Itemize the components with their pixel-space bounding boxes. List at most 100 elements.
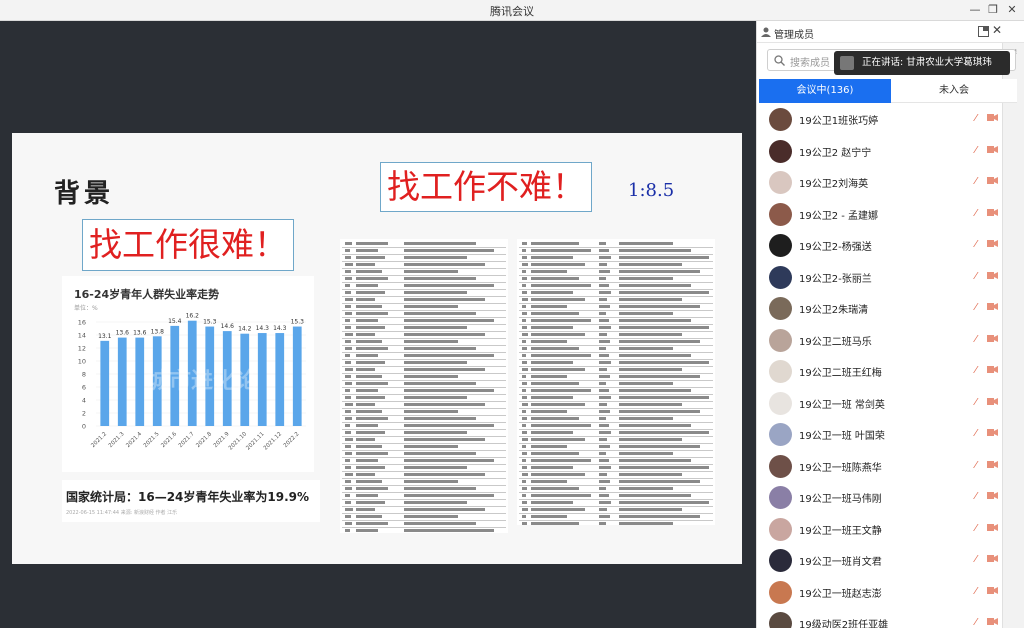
camera-off-icon[interactable]	[987, 428, 998, 437]
data-label: 14.3	[273, 325, 287, 332]
document-row	[342, 458, 506, 465]
mic-muted-icon[interactable]: ⁄	[975, 239, 977, 250]
member-item[interactable]: 19公卫一班 常剑英 ⁄	[757, 388, 1002, 419]
document-row	[519, 430, 713, 437]
member-item[interactable]: 19公卫二班王红梅 ⁄	[757, 356, 1002, 387]
minimize-icon[interactable]: —	[966, 2, 984, 18]
document-row	[342, 486, 506, 493]
person-icon	[761, 27, 771, 37]
camera-off-icon[interactable]	[987, 365, 998, 374]
mic-muted-icon[interactable]: ⁄	[975, 397, 977, 408]
mic-muted-icon[interactable]: ⁄	[975, 176, 977, 187]
member-item[interactable]: 19公卫2 赵宁宁 ⁄	[757, 136, 1002, 167]
mic-muted-icon[interactable]: ⁄	[975, 302, 977, 313]
member-item[interactable]: 19公卫一班马伟刚 ⁄	[757, 482, 1002, 513]
window-title: 腾讯会议	[490, 5, 534, 18]
member-item[interactable]: 19公卫2-杨强送 ⁄	[757, 230, 1002, 261]
restore-icon[interactable]: ❐	[984, 2, 1002, 18]
tab-not-joined[interactable]: 未入会	[891, 79, 1017, 103]
tab-in-meeting[interactable]: 会议中(136)	[759, 79, 891, 103]
caption-meta: 2022-06-15 11:47:44 来源: 新浪财经 作者 江乐	[66, 510, 178, 516]
mic-muted-icon[interactable]: ⁄	[975, 271, 977, 282]
y-tick-label: 0	[82, 423, 86, 431]
mic-muted-icon[interactable]: ⁄	[975, 586, 977, 597]
document-row	[342, 472, 506, 479]
document-row	[519, 451, 713, 458]
document-row	[519, 486, 713, 493]
document-row	[519, 381, 713, 388]
camera-off-icon[interactable]	[987, 302, 998, 311]
member-avatar	[769, 265, 792, 289]
member-item[interactable]: 19公卫一班 叶国荣 ⁄	[757, 419, 1002, 450]
member-item[interactable]: 19公卫2 - 孟建娜 ⁄	[757, 199, 1002, 230]
document-row	[342, 290, 506, 297]
mic-muted-icon[interactable]: ⁄	[975, 145, 977, 156]
member-avatar	[769, 454, 792, 478]
member-name: 19公卫2 赵宁宁	[799, 147, 872, 159]
camera-off-icon[interactable]	[987, 586, 998, 595]
member-item[interactable]: 19公卫一班肖文君 ⁄	[757, 545, 1002, 576]
document-row	[342, 304, 506, 311]
member-item[interactable]: 19级动医2班任亚雄 ⁄	[757, 608, 1002, 628]
document-row	[342, 381, 506, 388]
member-item[interactable]: 19公卫一班赵志澎 ⁄	[757, 577, 1002, 608]
hard-text-box: 找工作很难！	[82, 219, 294, 271]
title-bar: 腾讯会议 — ❐ ✕	[0, 0, 1024, 21]
y-tick-label: 4	[82, 397, 86, 405]
member-item[interactable]: 19公卫一班王文静 ⁄	[757, 514, 1002, 545]
mic-muted-icon[interactable]: ⁄	[975, 428, 977, 439]
member-name: 19公卫2 - 孟建娜	[799, 210, 879, 222]
camera-off-icon[interactable]	[987, 460, 998, 469]
camera-off-icon[interactable]	[987, 523, 998, 532]
mic-muted-icon[interactable]: ⁄	[975, 365, 977, 376]
caption-text: 国家统计局：16—24岁青年失业率为19.9%	[66, 490, 310, 504]
document-row	[519, 423, 713, 430]
member-item[interactable]: 19公卫2朱瑞清 ⁄	[757, 293, 1002, 324]
document-row	[519, 395, 713, 402]
camera-off-icon[interactable]	[987, 176, 998, 185]
camera-off-icon[interactable]	[987, 208, 998, 217]
camera-off-icon[interactable]	[987, 491, 998, 500]
camera-off-icon[interactable]	[987, 271, 998, 280]
camera-off-icon[interactable]	[987, 397, 998, 406]
document-row	[342, 339, 506, 346]
mic-muted-icon[interactable]: ⁄	[975, 554, 977, 565]
document-row	[342, 248, 506, 255]
camera-off-icon[interactable]	[987, 334, 998, 343]
mic-muted-icon[interactable]: ⁄	[975, 113, 977, 124]
mic-muted-icon[interactable]: ⁄	[975, 523, 977, 534]
bar	[275, 333, 285, 426]
chart-watermark: 城市进化论	[147, 368, 258, 394]
document-row	[342, 437, 506, 444]
document-row	[342, 528, 506, 533]
member-name: 19公卫1班张巧婷	[799, 116, 879, 127]
unemployment-chart: 16-24岁青年人群失业率走势 单位：% 0 2 4 6 8 10 12 14 16 13.1 20…	[62, 276, 314, 472]
mic-muted-icon[interactable]: ⁄	[975, 617, 977, 628]
document-row	[342, 318, 506, 325]
camera-off-icon[interactable]	[987, 617, 998, 626]
camera-off-icon[interactable]	[987, 554, 998, 563]
document-row	[519, 311, 713, 318]
popout-icon[interactable]	[978, 26, 989, 37]
close-icon[interactable]: ✕	[1003, 2, 1021, 18]
camera-off-icon[interactable]	[987, 113, 998, 122]
document-row	[342, 283, 506, 290]
panel-close-icon[interactable]: ✕	[992, 23, 1002, 37]
mic-muted-icon[interactable]: ⁄	[975, 334, 977, 345]
member-item[interactable]: 19公卫一班陈燕华 ⁄	[757, 451, 1002, 482]
document-row	[342, 367, 506, 374]
document-row	[519, 479, 713, 486]
member-item[interactable]: 19公卫2-张丽兰 ⁄	[757, 262, 1002, 293]
member-item[interactable]: 19公卫二班马乐 ⁄	[757, 325, 1002, 356]
camera-off-icon[interactable]	[987, 145, 998, 154]
document-row	[519, 367, 713, 374]
camera-off-icon[interactable]	[987, 239, 998, 248]
member-item[interactable]: 19公卫1班张巧婷 ⁄	[757, 104, 1002, 135]
mic-muted-icon[interactable]: ⁄	[975, 460, 977, 471]
member-item[interactable]: 19公卫2刘海英 ⁄	[757, 167, 1002, 198]
mic-muted-icon[interactable]: ⁄	[975, 491, 977, 502]
mic-muted-icon[interactable]: ⁄	[975, 208, 977, 219]
document-row	[519, 388, 713, 395]
document-row	[519, 500, 713, 507]
member-avatar	[769, 171, 792, 194]
